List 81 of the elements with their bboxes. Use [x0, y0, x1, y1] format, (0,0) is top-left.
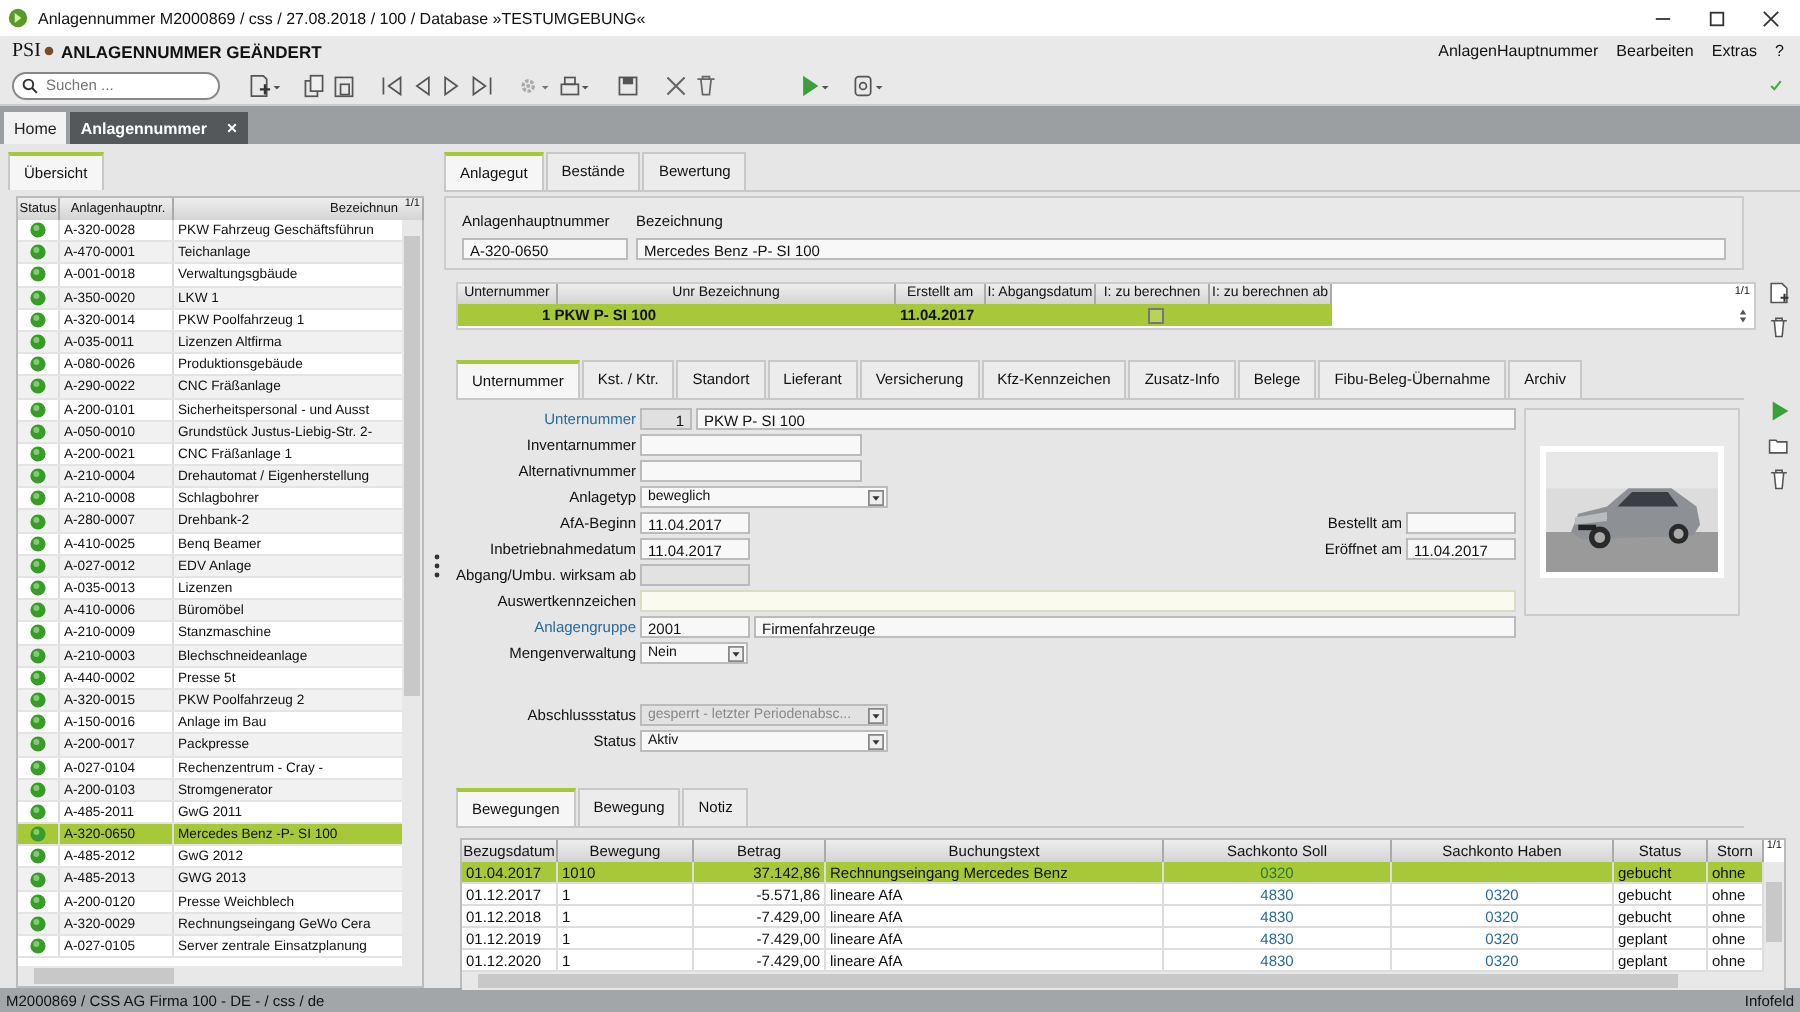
- menu-item[interactable]: ?: [1775, 42, 1784, 60]
- status-dot-icon: [30, 445, 46, 462]
- status-dot-icon: [30, 513, 46, 530]
- input-field[interactable]: [640, 590, 1516, 612]
- status-dot-icon: [30, 692, 46, 709]
- delete-icon[interactable]: [1767, 468, 1789, 490]
- folder-icon[interactable]: [1767, 434, 1789, 456]
- new-document-icon[interactable]: [1767, 282, 1789, 304]
- status-dot-icon: [30, 468, 46, 485]
- menu-item[interactable]: Extras: [1711, 42, 1758, 60]
- status-dot-icon: [30, 781, 46, 798]
- window-title: Anlagennummer M2000869 / css / 27.08.2018 / 100 / Database »TESTUMGEBUNG«: [38, 9, 646, 27]
- last-record-icon[interactable]: [470, 73, 494, 97]
- status-dot-icon: [30, 490, 46, 507]
- status-dot-icon: [30, 826, 46, 843]
- close-icon[interactable]: [1762, 9, 1780, 27]
- input-field[interactable]: [640, 434, 862, 456]
- menu-item[interactable]: AnlagenHauptnummer: [1438, 42, 1599, 60]
- status-dot-icon: [30, 423, 46, 440]
- status-dot-icon: [30, 602, 46, 619]
- scroll-arrows-icon[interactable]: [1738, 307, 1748, 323]
- status-dot-icon: [30, 535, 46, 552]
- status-dot-icon: [30, 266, 46, 283]
- next-record-icon[interactable]: [440, 73, 464, 97]
- logo: PSI: [12, 40, 41, 62]
- status-dot-icon: [30, 803, 46, 820]
- status-dot-icon: [30, 893, 46, 910]
- copy-icon[interactable]: [302, 73, 326, 97]
- status-dot-icon: [30, 289, 46, 306]
- status-dot-icon: [30, 848, 46, 865]
- status-dot-icon: [30, 334, 46, 351]
- status-dot-icon: [30, 714, 46, 731]
- input-field[interactable]: [640, 460, 862, 482]
- app-icon: [8, 8, 28, 28]
- run-icon[interactable]: [798, 73, 832, 97]
- dropdown-arrow-icon[interactable]: [868, 489, 884, 505]
- status-dot-icon: [30, 244, 46, 261]
- logo-dot-icon: [44, 46, 55, 56]
- checkbox[interactable]: [1147, 307, 1163, 323]
- view-icon[interactable]: [852, 73, 886, 97]
- close-tab-icon[interactable]: [226, 122, 239, 134]
- first-record-icon[interactable]: [380, 73, 404, 97]
- previous-record-icon[interactable]: [410, 73, 434, 97]
- document-tab[interactable]: Anlagennummer: [70, 112, 249, 144]
- status-dot-icon: [30, 938, 46, 955]
- checkmark-icon: [1768, 77, 1784, 93]
- input-field[interactable]: [1406, 512, 1516, 534]
- document-tab[interactable]: Home: [4, 112, 67, 144]
- status-dot-icon: [30, 222, 46, 239]
- status-dot-icon: [30, 356, 46, 373]
- status-dot-icon: [30, 624, 46, 641]
- search-icon[interactable]: [22, 77, 38, 93]
- delete-icon[interactable]: [1767, 316, 1789, 338]
- maximize-icon[interactable]: [1708, 9, 1726, 27]
- save-icon[interactable]: [616, 73, 640, 97]
- print-icon[interactable]: [558, 73, 592, 97]
- status-dot-icon: [30, 871, 46, 888]
- menu-item[interactable]: Bearbeiten: [1616, 42, 1694, 60]
- vertical-scrollbar[interactable]: [402, 220, 422, 966]
- status-dot-icon: [30, 669, 46, 686]
- status-dot-icon: [30, 378, 46, 395]
- paste-icon[interactable]: [332, 73, 356, 97]
- delete-icon[interactable]: [694, 73, 718, 97]
- status-dot-icon: [30, 311, 46, 328]
- dropdown-arrow-icon[interactable]: [728, 645, 744, 661]
- status-dot-icon: [30, 759, 46, 776]
- cut-icon[interactable]: [664, 73, 688, 97]
- horizontal-scrollbar[interactable]: [18, 966, 422, 986]
- dropdown-arrow-icon[interactable]: [868, 733, 884, 749]
- status-dot-icon: [30, 915, 46, 932]
- status-dot-icon: [30, 736, 46, 753]
- splitter-handle-icon[interactable]: [433, 554, 439, 578]
- status-dot-icon: [30, 647, 46, 664]
- horizontal-scrollbar[interactable]: [462, 972, 1784, 990]
- status-dot-icon: [30, 557, 46, 574]
- status-dot-icon: [30, 580, 46, 597]
- vertical-scrollbar[interactable]: [1764, 862, 1784, 972]
- page-title: ANLAGENNUMMER GEÄNDERT: [60, 41, 322, 61]
- status-dot-icon: [30, 401, 46, 418]
- new-document-icon[interactable]: [248, 73, 282, 97]
- run-icon[interactable]: [1767, 400, 1789, 422]
